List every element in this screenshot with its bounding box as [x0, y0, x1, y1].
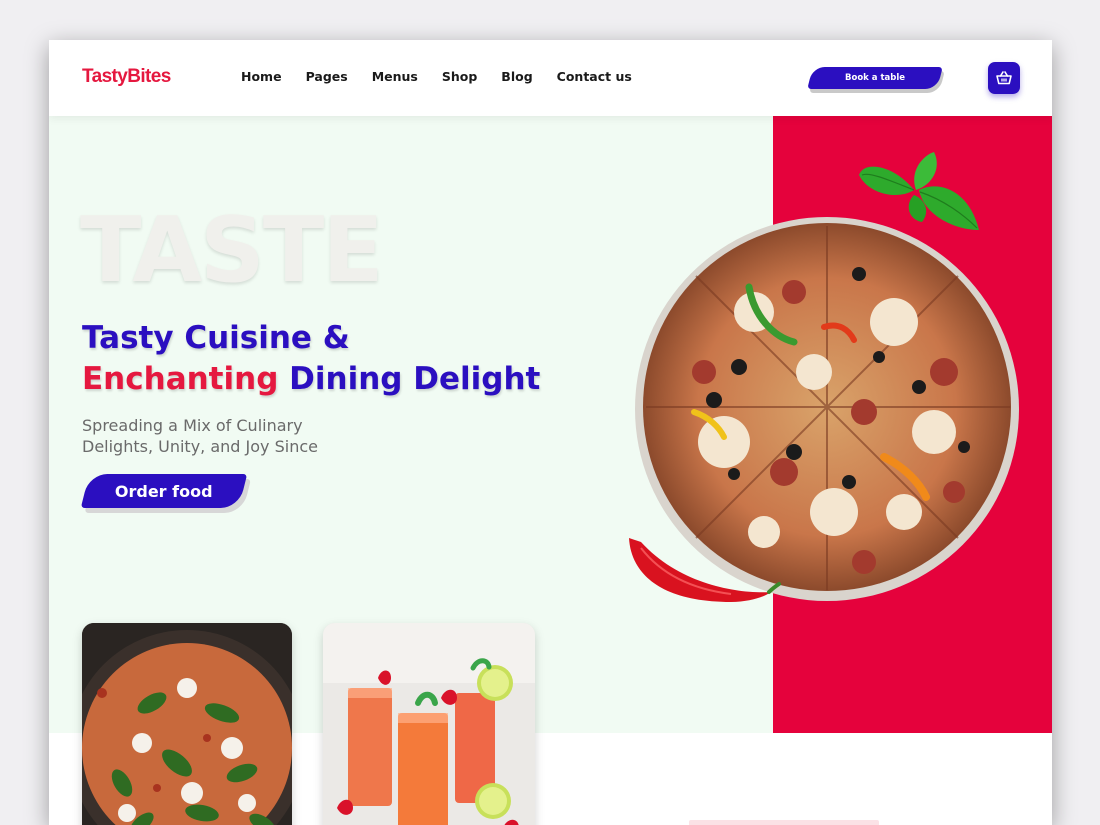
headline-line-2: Enchanting Dining Delight [82, 359, 540, 400]
spinach-pizza-card[interactable] [82, 623, 292, 825]
nav-contact[interactable]: Contact us [557, 69, 632, 84]
next-section-heading-fragment [689, 820, 879, 825]
strawberry-drinks-card[interactable] [323, 623, 535, 825]
book-table-button[interactable]: Book a table [807, 67, 943, 89]
nav-home[interactable]: Home [241, 69, 282, 84]
chili-pepper-image [629, 538, 781, 602]
book-table-label: Book a table [844, 73, 906, 83]
headline-highlight: Enchanting [82, 361, 279, 397]
strawberry-drinks-image [323, 623, 535, 825]
hero-subtitle: Spreading a Mix of Culinary Delights, Un… [82, 416, 318, 456]
nav-menus[interactable]: Menus [372, 69, 418, 84]
nav-pages[interactable]: Pages [306, 69, 348, 84]
order-food-label: Order food [115, 481, 213, 501]
nav-blog[interactable]: Blog [501, 69, 532, 84]
headline-line-1: Tasty Cuisine & [82, 320, 350, 356]
cart-button[interactable] [988, 62, 1020, 94]
nav-shop[interactable]: Shop [442, 69, 477, 84]
headline-line-2-rest: Dining Delight [278, 361, 541, 397]
page-frame: TastyBites Home Pages Menus Shop Blog Co… [49, 40, 1052, 825]
basket-icon [996, 71, 1012, 85]
logo[interactable]: TastyBites [82, 66, 171, 88]
spinach-pizza-image [82, 623, 292, 825]
hero-background-word: TASTE [80, 198, 384, 303]
top-navigation: TastyBites Home Pages Menus Shop Blog Co… [49, 40, 1052, 116]
main-menu: Home Pages Menus Shop Blog Contact us [241, 69, 656, 84]
hero-headline: Tasty Cuisine & Enchanting Dining Deligh… [82, 318, 540, 400]
order-food-button[interactable]: Order food [80, 474, 248, 508]
